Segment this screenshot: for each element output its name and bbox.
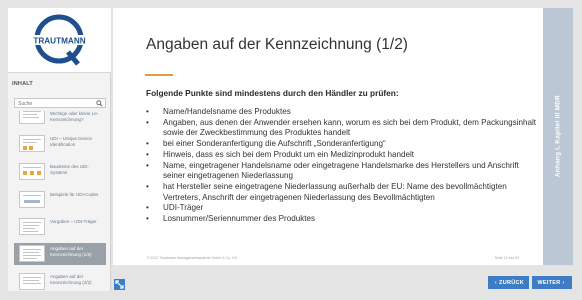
toc-item-label: Wichtige oder kleine Le- Kennzeichnung? — [50, 111, 99, 122]
bullet-item: • Hinweis, dass es sich bei dem Produkt u… — [146, 150, 541, 161]
search-box[interactable] — [14, 98, 106, 108]
back-button[interactable]: ‹ ZURÜCK — [488, 276, 529, 289]
toc-item[interactable]: Bausteine des UDI-Systems — [14, 161, 106, 183]
bullet-text: Angaben, aus denen der Anwender ersehen … — [163, 117, 536, 138]
toc-heading: INHALT — [12, 81, 33, 87]
bullet-item: • Name, eingetragener Handelsname oder ei… — [146, 161, 541, 182]
toc-item-active[interactable]: Angaben auf der Kennzeichnung (1/2) — [14, 243, 106, 265]
bullet-text: Losnummer/Seriennummer des Produktes — [163, 214, 316, 224]
bullet-dot: • — [146, 203, 149, 213]
bullet-text: hat Hersteller seine eingetragene Nieder… — [163, 181, 507, 202]
bullet-dot: • — [146, 214, 149, 224]
page-number: Seite 12 von 23 — [494, 256, 519, 260]
bullet-text: Name, eingetragener Handelsname oder ein… — [163, 160, 519, 181]
slide-subtitle: Folgende Punkte sind mindestens durch de… — [146, 88, 399, 98]
bullet-text: UDI-Träger — [163, 203, 204, 213]
toc-item[interactable]: UDI – Unique Device Identification — [14, 133, 106, 155]
bullet-dot: • — [146, 160, 149, 170]
next-button[interactable]: WEITER › — [532, 276, 572, 289]
toc-item-label: Angaben auf der Kennzeichnung (1/2) — [50, 246, 92, 257]
expand-icon — [115, 280, 124, 289]
slide-thumbnail — [19, 218, 45, 235]
bullet-dot: • — [146, 149, 149, 159]
bullet-dot: • — [146, 117, 149, 127]
toc-item[interactable]: Angaben auf der Kennzeichnung (2/2) — [14, 271, 106, 293]
chapter-banner: Anhang I, Kapitel III MDR — [543, 8, 573, 265]
bullet-dot: • — [146, 107, 149, 116]
bullet-dot: • — [146, 139, 149, 149]
toc-item[interactable]: Wichtige oder kleine Le- Kennzeichnung? — [14, 111, 106, 127]
slide-thumbnail — [19, 135, 45, 152]
slide-thumbnail — [19, 191, 45, 208]
toc-item-label: Angaben auf der Kennzeichnung (2/2) — [50, 274, 92, 285]
toc-item[interactable]: Beispiele für UDI-Codes — [14, 189, 106, 211]
slide-thumbnail — [19, 245, 45, 262]
chevron-right-icon: › — [562, 279, 565, 286]
table-of-contents: Wichtige oder kleine Le- Kennzeichnung? … — [14, 111, 106, 293]
title-accent-rule — [145, 74, 173, 76]
chapter-banner-text: Anhang I, Kapitel III MDR — [554, 94, 562, 178]
slide-content: Angaben auf der Kennzeichnung (1/2) Folg… — [113, 8, 543, 265]
slide-thumbnail — [19, 163, 45, 180]
bullet-item: • Losnummer/Seriennummer des Produktes — [146, 214, 541, 225]
slide-thumbnail — [19, 273, 45, 290]
toc-item-label: UDI – Unique Device Identification — [50, 136, 93, 147]
bullet-text: Hinweis, dass es sich bei dem Produkt um… — [163, 149, 415, 159]
fullscreen-button[interactable] — [114, 279, 125, 290]
bullet-item: • bei einer Sonderanfertigung die Aufschr… — [146, 139, 541, 150]
toc-item-label: Bausteine des UDI-Systems — [50, 164, 90, 175]
search-icon[interactable] — [96, 100, 103, 107]
sidebar: TRAUTMANN INHALT Wichtige oder kleine Le… — [8, 8, 111, 291]
next-button-label: WEITER — [537, 279, 561, 286]
chevron-left-icon: ‹ — [494, 279, 498, 286]
bullet-item: • UDI-Träger — [146, 203, 541, 214]
bullet-text: bei einer Sonderanfertigung die Aufschri… — [163, 139, 386, 149]
bullet-item: • Name/Handelsname des Produktes — [146, 107, 541, 118]
bullet-item: • Angaben, aus denen der Anwender ersehen… — [146, 118, 541, 139]
toc-item[interactable]: Vorgaben – UDI-Träger — [14, 216, 106, 238]
bullet-list: • Name/Handelsname des Produktes • Angaben… — [146, 107, 541, 225]
toc-item-label: Vorgaben – UDI-Träger — [50, 219, 97, 224]
toc-item-label: Beispiele für UDI-Codes — [50, 192, 99, 197]
logo-text: TRAUTMANN — [33, 37, 85, 46]
back-button-label: ZURÜCK — [499, 279, 525, 286]
app-window: TRAUTMANN INHALT Wichtige oder kleine Le… — [0, 0, 582, 300]
copyright-text: © 2021 Trautmann Managementsysteme GmbH … — [147, 256, 238, 260]
trautmann-logo: TRAUTMANN — [8, 8, 111, 73]
bullet-text: Name/Handelsname des Produktes — [163, 107, 291, 116]
bullet-dot: • — [146, 181, 149, 191]
bullet-item: • hat Hersteller seine eingetragene Niede… — [146, 182, 541, 203]
slide-thumbnail — [19, 111, 45, 124]
search-input[interactable] — [18, 100, 94, 107]
slide-title: Angaben auf der Kennzeichnung (1/2) — [146, 36, 408, 53]
